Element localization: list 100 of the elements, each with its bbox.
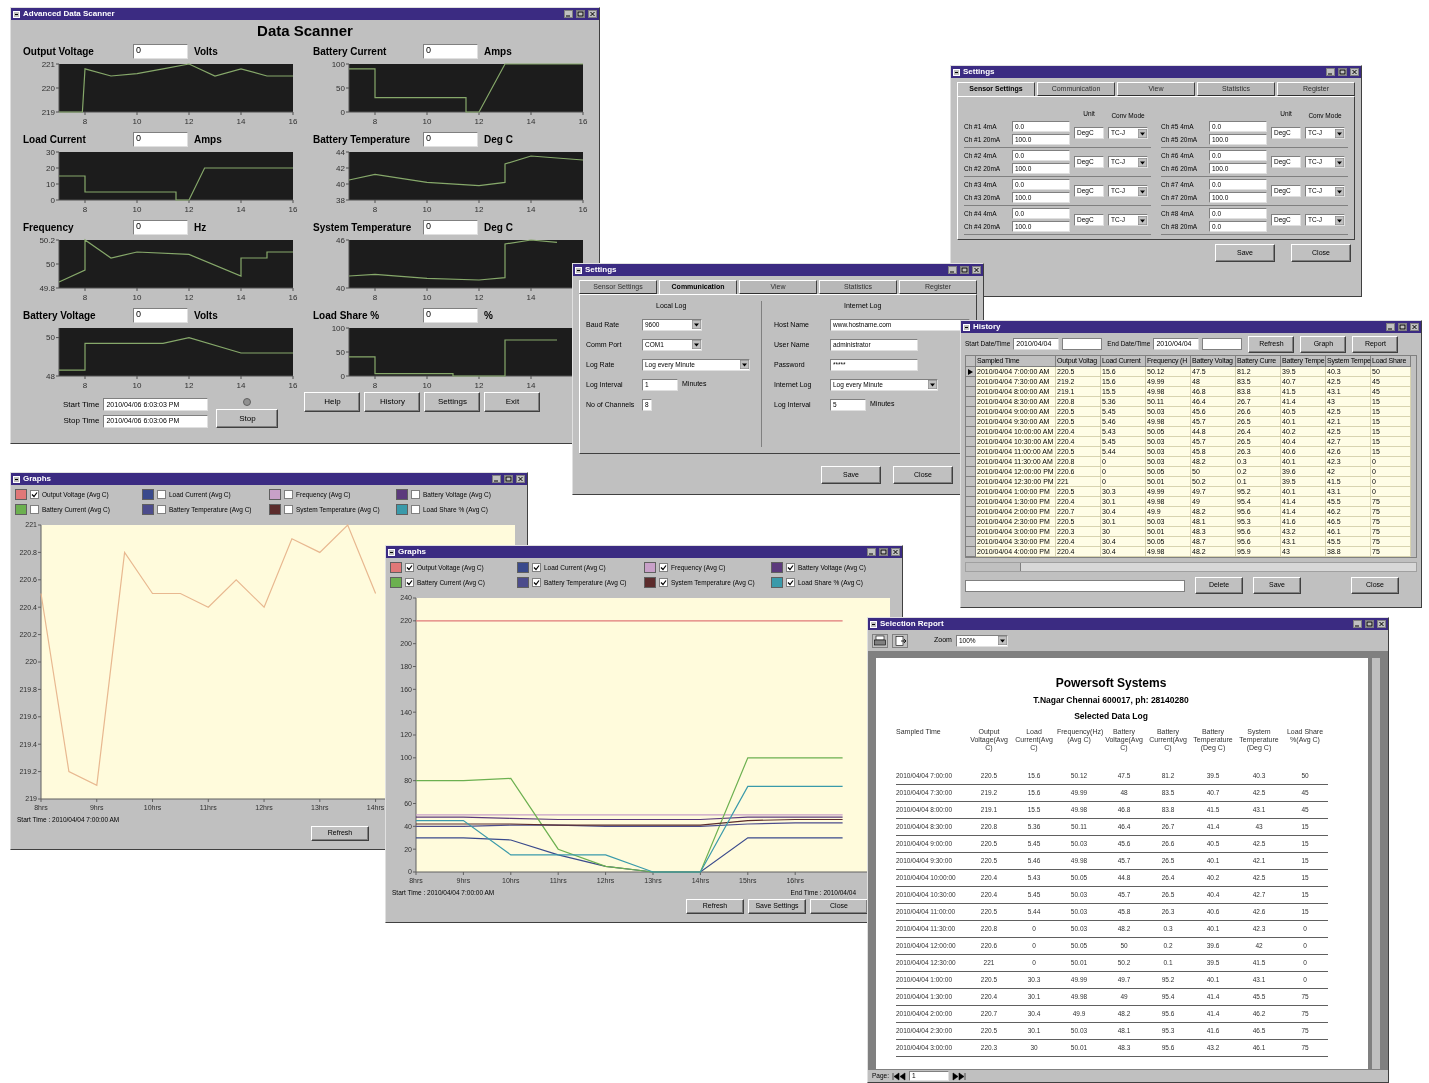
input-field[interactable]: 0 [133,219,188,235]
tick-label: 12 [474,293,484,302]
maximize-icon[interactable] [1398,323,1407,331]
checkbox[interactable] [411,505,420,514]
tick-label: 10 [132,205,142,214]
tick-label: 44 [336,148,345,157]
minimize-icon[interactable] [1353,620,1362,628]
button[interactable]: Help [304,392,361,412]
checkbox[interactable] [157,505,166,514]
checkbox[interactable] [532,578,541,587]
scrollbar[interactable] [965,562,1417,572]
window-title: Advanced Data Scanner [23,10,115,18]
button[interactable]: Settings [424,392,481,412]
tick-label: 50.2 [39,236,55,245]
checkbox[interactable] [659,563,668,572]
maximize-icon[interactable] [576,10,585,18]
scrollbar[interactable] [1372,658,1380,1069]
checkbox[interactable] [284,505,293,514]
minimize-icon[interactable] [1386,323,1395,331]
first-page-icon[interactable] [892,1071,906,1081]
unit-label: Amps [484,44,512,59]
tick-label: 12 [474,117,484,126]
input-field[interactable]: 0 [133,307,188,323]
checkbox[interactable] [786,578,795,587]
checkbox[interactable] [30,505,39,514]
checkbox[interactable] [411,490,420,499]
tick-label: 50 [336,347,345,357]
input-field[interactable] [1202,338,1243,350]
checkbox[interactable] [786,563,795,572]
minimize-icon[interactable] [1326,68,1335,76]
tick-label: 10 [422,205,432,214]
tick-label: 16 [578,205,588,214]
close-icon[interactable] [891,548,900,556]
report-heading: Selected Data Log [1074,710,1148,723]
window-menu-icon[interactable] [963,323,970,331]
maximize-icon[interactable] [504,475,513,483]
input-field[interactable]: 0 [133,43,188,59]
window-menu-icon[interactable] [13,475,20,483]
last-page-icon[interactable] [952,1071,966,1081]
checkbox[interactable] [532,563,541,572]
button[interactable]: Stop [216,409,279,428]
close-icon[interactable] [516,475,525,483]
print-icon[interactable] [872,633,888,648]
checkbox[interactable] [157,490,166,499]
checkbox[interactable] [659,578,668,587]
window-title: Graphs [23,475,51,483]
tick-label: 40 [336,283,345,293]
check-icon [406,579,413,586]
checkbox[interactable] [284,490,293,499]
tick-label: 14 [526,205,536,214]
tick-label: 12 [184,117,194,126]
close-icon[interactable] [1410,323,1419,331]
checkbox[interactable] [405,578,414,587]
tick-label: 40 [336,179,345,189]
input-field[interactable]: 0 [423,219,478,235]
minimize-icon[interactable] [564,10,573,18]
button[interactable]: History [364,392,421,412]
tick-label: 8 [82,293,88,302]
tick-label: 219 [41,107,55,117]
tick-label: 10 [132,117,142,126]
tick-label: 48 [46,371,55,381]
field-label: Output Voltage [23,44,95,59]
window-menu-icon[interactable] [575,266,582,274]
export-icon[interactable] [892,633,908,648]
close-icon[interactable] [1350,68,1359,76]
unit-label: Amps [194,132,222,147]
window-menu-icon[interactable] [388,548,395,556]
window-menu-icon[interactable] [13,10,20,18]
maximize-icon[interactable] [879,548,888,556]
button[interactable]: Exit [484,392,541,412]
close-icon[interactable] [972,266,981,274]
report-title: Powersoft Systems [1055,675,1167,692]
checkbox[interactable] [405,563,414,572]
maximize-icon[interactable] [960,266,969,274]
input-field[interactable] [965,579,1185,592]
close-icon[interactable] [588,10,597,18]
tick-label: 16 [288,117,298,126]
checkbox[interactable] [30,490,39,499]
input-field[interactable]: 0 [423,43,478,59]
maximize-icon[interactable] [1338,68,1347,76]
window-menu-icon[interactable] [953,68,960,76]
input-field[interactable]: 0 [133,131,188,147]
dropdown-arrow-icon [1138,186,1147,196]
input-field[interactable]: 0 [423,131,478,147]
check-icon [660,564,667,571]
tick-label: 220 [41,83,55,93]
status-light-icon [243,398,252,406]
window-title: Settings [963,68,995,76]
tick-label: 16 [288,205,298,214]
y-axis [345,239,350,289]
minimize-icon[interactable] [867,548,876,556]
dropdown-arrow-icon [1138,157,1147,167]
input-field[interactable] [1062,338,1103,350]
minimize-icon[interactable] [492,475,501,483]
close-icon[interactable] [1377,620,1386,628]
input-field[interactable]: 0 [423,307,478,323]
minimize-icon[interactable] [948,266,957,274]
window-menu-icon[interactable] [870,620,877,628]
maximize-icon[interactable] [1365,620,1374,628]
y-axis [55,239,60,289]
